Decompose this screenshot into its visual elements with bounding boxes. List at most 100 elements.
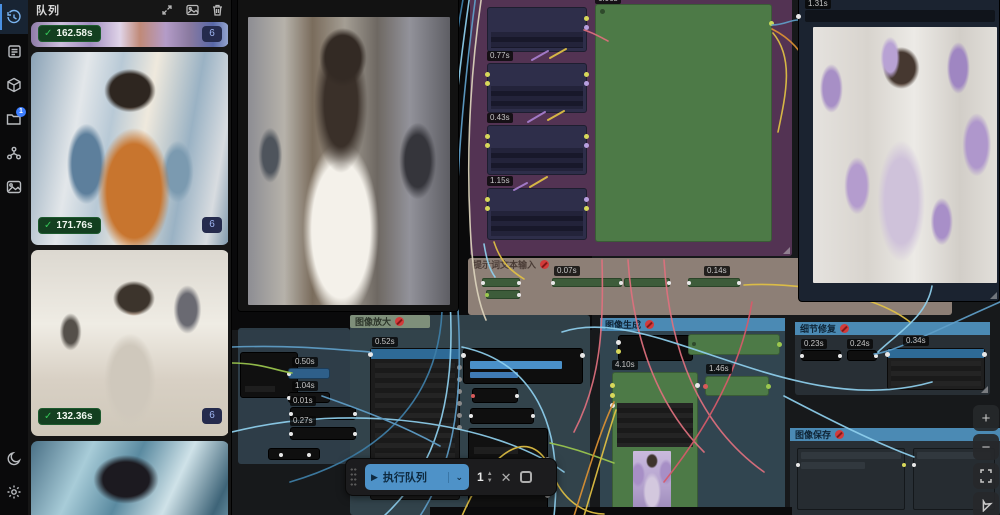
connector-dot[interactable] bbox=[584, 81, 589, 86]
node-image-street[interactable] bbox=[237, 0, 459, 312]
node-text-d[interactable] bbox=[688, 278, 740, 287]
connector-dot[interactable] bbox=[600, 9, 605, 14]
batch-count-value[interactable]: 1 bbox=[477, 470, 484, 484]
connector-dot[interactable] bbox=[584, 72, 589, 77]
node-mini-2[interactable] bbox=[470, 408, 534, 424]
node-green-right[interactable] bbox=[705, 376, 769, 396]
node-graph-canvas[interactable]: 0.77s 0.43s 1.15s bbox=[232, 0, 1000, 515]
group-detail[interactable]: 细节修复 0.23s 0.24s 0.34s bbox=[795, 322, 990, 395]
node-widget[interactable] bbox=[801, 462, 865, 469]
connector-dot[interactable] bbox=[353, 412, 357, 416]
node-pill-1[interactable] bbox=[288, 368, 330, 379]
connector-dot[interactable] bbox=[796, 463, 800, 467]
node-green-top[interactable] bbox=[688, 334, 780, 355]
drag-handle-icon[interactable] bbox=[350, 467, 357, 487]
node-image-wisteria[interactable]: 1.31s bbox=[798, 0, 1000, 302]
connector-dot[interactable] bbox=[610, 393, 615, 398]
node-clip-4[interactable] bbox=[487, 188, 587, 240]
connector-dot[interactable] bbox=[287, 372, 291, 376]
connector-dot[interactable] bbox=[517, 293, 521, 297]
connector-dot[interactable] bbox=[737, 281, 741, 285]
connector-dot[interactable] bbox=[580, 353, 585, 358]
connector-dot[interactable] bbox=[584, 197, 589, 202]
connector-dot[interactable] bbox=[461, 353, 466, 358]
node-clip-3[interactable] bbox=[487, 125, 587, 175]
connector-dot[interactable] bbox=[796, 14, 801, 19]
expand-icon[interactable] bbox=[161, 4, 173, 16]
connector-dot[interactable] bbox=[485, 72, 490, 77]
sidebar-item-workflows[interactable]: 1 bbox=[0, 102, 28, 136]
connector-dot[interactable] bbox=[531, 414, 535, 418]
connector-dot[interactable] bbox=[584, 143, 589, 148]
connector-dot[interactable] bbox=[551, 281, 555, 285]
connector-dot[interactable] bbox=[584, 206, 589, 211]
connector-dot[interactable] bbox=[485, 81, 490, 86]
node-pill-4[interactable] bbox=[290, 427, 356, 440]
connector-dot[interactable] bbox=[982, 352, 987, 357]
sidebar-item-gallery[interactable] bbox=[0, 170, 28, 204]
group-save[interactable]: 图像保存 bbox=[790, 428, 1000, 515]
preview-thumbnail[interactable] bbox=[633, 451, 671, 513]
connector-dot[interactable] bbox=[610, 383, 615, 388]
step-down-icon[interactable]: ▼ bbox=[487, 478, 493, 484]
connector-dot[interactable] bbox=[289, 432, 293, 436]
connector-dot[interactable] bbox=[584, 16, 589, 21]
clear-queue-button[interactable]: ✕ bbox=[501, 471, 512, 484]
connector-dot[interactable] bbox=[616, 349, 621, 354]
street-photo[interactable] bbox=[248, 17, 450, 305]
connector-dot[interactable] bbox=[457, 425, 462, 430]
pointer-tool-button[interactable] bbox=[973, 492, 999, 515]
connector-dot[interactable] bbox=[584, 134, 589, 139]
connector-dot[interactable] bbox=[457, 401, 462, 406]
trash-icon[interactable] bbox=[212, 4, 223, 16]
count-stepper[interactable]: ▲ ▼ bbox=[487, 471, 493, 484]
connector-dot[interactable] bbox=[703, 384, 708, 389]
node-header[interactable] bbox=[371, 349, 459, 359]
stop-button[interactable] bbox=[520, 471, 532, 483]
connector-dot[interactable] bbox=[885, 352, 890, 357]
connector-dot[interactable] bbox=[457, 389, 462, 394]
connector-dot[interactable] bbox=[481, 281, 485, 285]
node-text-c[interactable] bbox=[624, 278, 670, 287]
group-generate[interactable]: 图像生成 4.10s 1.46s bbox=[600, 318, 785, 515]
node-widget[interactable] bbox=[474, 447, 518, 454]
connector-dot[interactable] bbox=[874, 354, 878, 358]
node-clip-2[interactable] bbox=[487, 63, 587, 113]
connector-dot[interactable] bbox=[800, 354, 804, 358]
node-resize-handle[interactable] bbox=[990, 292, 997, 299]
connector-dot[interactable] bbox=[368, 352, 373, 357]
connector-dot[interactable] bbox=[687, 281, 691, 285]
connector-dot[interactable] bbox=[457, 365, 462, 370]
node-green-preview[interactable] bbox=[612, 372, 698, 515]
node-dpill-2[interactable] bbox=[847, 350, 877, 361]
queue-item[interactable]: ✓ 171.76s 6 bbox=[31, 52, 228, 245]
connector-dot[interactable] bbox=[353, 432, 357, 436]
node-text-a[interactable] bbox=[482, 278, 520, 287]
node-pill-5[interactable] bbox=[268, 448, 320, 460]
node-text-b[interactable] bbox=[552, 278, 622, 287]
connector-dot[interactable] bbox=[517, 281, 521, 285]
connector-dot[interactable] bbox=[457, 413, 462, 418]
sidebar-item-models[interactable] bbox=[0, 68, 28, 102]
chevron-down-icon[interactable]: ⌄ bbox=[448, 472, 463, 483]
theme-toggle[interactable] bbox=[0, 441, 28, 475]
node-widget[interactable] bbox=[805, 10, 995, 22]
connector-dot[interactable] bbox=[485, 143, 490, 148]
node-header[interactable] bbox=[888, 349, 984, 358]
node-clip-1[interactable] bbox=[487, 7, 587, 52]
connector-dot[interactable] bbox=[485, 134, 490, 139]
gallery-icon[interactable] bbox=[186, 4, 199, 16]
step-up-icon[interactable]: ▲ bbox=[487, 471, 493, 477]
connector-dot[interactable] bbox=[912, 463, 916, 467]
connector-dot[interactable] bbox=[769, 21, 774, 26]
connector-dot[interactable] bbox=[485, 293, 489, 297]
connector-dot[interactable] bbox=[777, 342, 782, 347]
node-progress[interactable] bbox=[463, 348, 583, 384]
connector-dot[interactable] bbox=[619, 281, 623, 285]
node-detail-blue[interactable] bbox=[887, 348, 985, 390]
connector-dot[interactable] bbox=[457, 377, 462, 382]
zoom-in-button[interactable]: + bbox=[973, 405, 999, 431]
connector-dot[interactable] bbox=[667, 281, 671, 285]
connector-dot[interactable] bbox=[584, 25, 589, 30]
node-widget[interactable] bbox=[801, 452, 901, 459]
